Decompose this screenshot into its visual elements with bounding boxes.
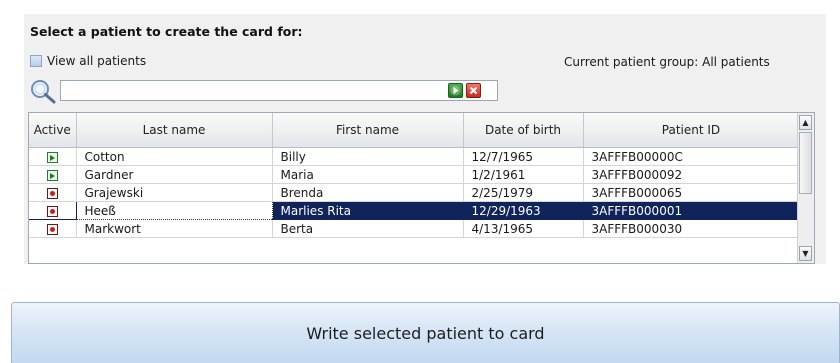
active-arrow-icon: [46, 151, 58, 163]
column-header-patient-id[interactable]: Patient ID: [583, 113, 800, 148]
active-cell[interactable]: [29, 201, 77, 220]
date-of-birth-cell[interactable]: 2/25/1979: [463, 183, 584, 202]
scroll-up-button[interactable]: ▲: [799, 115, 812, 130]
search-row: [28, 78, 498, 104]
current-patient-group-label: Current patient group: All patients: [564, 55, 770, 69]
go-arrow-icon: [450, 85, 461, 96]
column-header-active[interactable]: Active: [29, 113, 77, 148]
caret-up-icon: ▲: [802, 118, 809, 127]
scroll-thumb[interactable]: [799, 132, 812, 194]
view-all-patients-label: View all patients: [47, 54, 147, 68]
first-name-cell[interactable]: Maria: [272, 165, 464, 184]
magnifier-icon: [31, 80, 56, 104]
table-header-row: Active Last name First name Date of birt…: [29, 113, 800, 148]
column-header-first-name[interactable]: First name: [272, 113, 464, 148]
inactive-dot-icon: [46, 187, 58, 199]
table-row[interactable]: Gardner Maria 1/2/1961 3AFFFB000092: [29, 165, 800, 184]
column-header-date-of-birth[interactable]: Date of birth: [463, 113, 584, 148]
date-of-birth-cell[interactable]: 12/7/1965: [463, 147, 584, 166]
date-of-birth-cell[interactable]: 12/29/1963: [463, 201, 584, 220]
date-of-birth-cell[interactable]: 4/13/1965: [463, 219, 584, 238]
patient-select-panel: Select a patient to create the card for:…: [24, 14, 826, 264]
patient-id-cell[interactable]: 3AFFFB000001: [583, 201, 800, 220]
active-cell[interactable]: [29, 165, 77, 184]
table-row[interactable]: Cotton Billy 12/7/1965 3AFFFB00000C: [29, 147, 800, 166]
active-arrow-icon: [46, 169, 58, 181]
last-name-cell[interactable]: Cotton: [76, 147, 273, 166]
patient-id-cell[interactable]: 3AFFFB000030: [583, 219, 800, 238]
table-row-selected[interactable]: Heeß Marlies Rita 12/29/1963 3AFFFB00000…: [29, 201, 800, 220]
patient-id-cell[interactable]: 3AFFFB000092: [583, 165, 800, 184]
clear-search-button[interactable]: [466, 83, 481, 98]
date-of-birth-cell[interactable]: 1/2/1961: [463, 165, 584, 184]
patient-grid: Active Last name First name Date of birt…: [28, 112, 815, 264]
table-row[interactable]: Markwort Berta 4/13/1965 3AFFFB000030: [29, 219, 800, 238]
table-row[interactable]: Grajewski Brenda 2/25/1979 3AFFFB000065: [29, 183, 800, 202]
patient-id-cell[interactable]: 3AFFFB000065: [583, 183, 800, 202]
write-to-card-button[interactable]: Write selected patient to card: [11, 302, 840, 363]
scroll-down-button[interactable]: ▼: [799, 246, 812, 261]
first-name-cell[interactable]: Marlies Rita: [272, 201, 464, 220]
last-name-cell[interactable]: Grajewski: [76, 183, 273, 202]
first-name-cell[interactable]: Billy: [272, 147, 464, 166]
inactive-dot-icon: [46, 205, 58, 217]
patient-id-cell[interactable]: 3AFFFB00000C: [583, 147, 800, 166]
panel-title: Select a patient to create the card for:: [30, 24, 303, 39]
go-search-button[interactable]: [448, 83, 463, 98]
patient-table: Active Last name First name Date of birt…: [29, 113, 800, 238]
search-input[interactable]: [63, 82, 449, 99]
checkbox-box[interactable]: [30, 55, 42, 67]
clear-x-icon: [469, 86, 478, 95]
vertical-scrollbar[interactable]: ▲ ▼: [797, 113, 814, 263]
view-all-patients-checkbox[interactable]: View all patients: [30, 53, 146, 69]
column-header-last-name[interactable]: Last name: [76, 113, 273, 148]
search-box: [60, 80, 498, 101]
active-cell[interactable]: [29, 219, 77, 238]
active-cell[interactable]: [29, 147, 77, 166]
last-name-cell[interactable]: Gardner: [76, 165, 273, 184]
first-name-cell[interactable]: Berta: [272, 219, 464, 238]
inactive-dot-icon: [46, 223, 58, 235]
last-name-cell[interactable]: Heeß: [75, 201, 273, 220]
active-cell[interactable]: [29, 183, 77, 202]
last-name-cell[interactable]: Markwort: [76, 219, 273, 238]
first-name-cell[interactable]: Brenda: [272, 183, 464, 202]
caret-down-icon: ▼: [802, 249, 809, 258]
